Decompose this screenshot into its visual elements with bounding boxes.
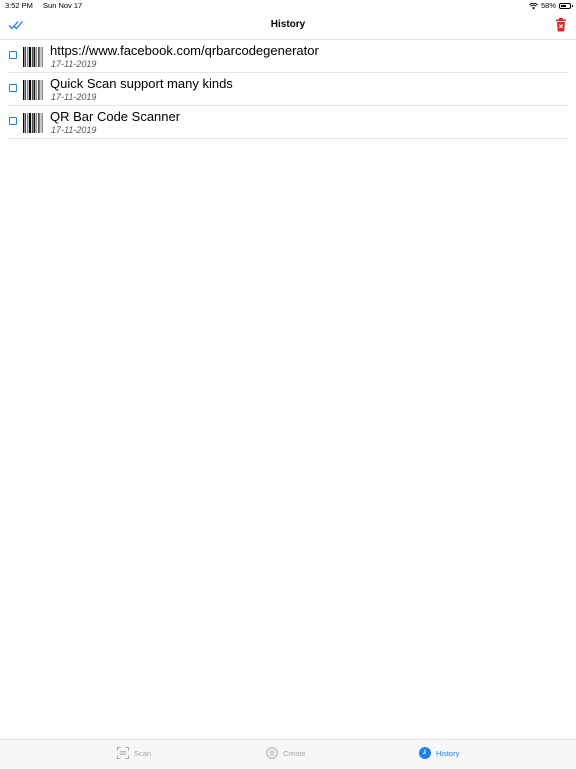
history-item-date: 17-11-2019: [51, 59, 97, 69]
status-left: 3:52 PM Sun Nov 17: [5, 0, 82, 12]
history-list: https://www.facebook.com/qrbarcodegenera…: [0, 40, 576, 139]
page-title: History: [270, 19, 306, 30]
barcode-icon: [23, 47, 43, 67]
history-row[interactable]: Quick Scan support many kinds 17-11-2019: [8, 73, 568, 106]
status-bar: 3:52 PM Sun Nov 17 58%: [0, 0, 576, 12]
history-item-date: 17-11-2019: [51, 125, 97, 135]
history-row[interactable]: https://www.facebook.com/qrbarcodegenera…: [8, 40, 568, 73]
status-date: Sun Nov 17: [43, 1, 83, 10]
barcode-icon: [23, 80, 43, 100]
battery-fill: [561, 5, 566, 7]
scan-icon: [117, 747, 129, 759]
row-checkbox[interactable]: [9, 117, 17, 125]
tab-create[interactable]: Create: [266, 747, 306, 759]
tab-label: History: [436, 748, 460, 758]
history-item-title: QR Bar Code Scanner: [50, 109, 181, 124]
tab-scan[interactable]: Scan: [117, 747, 151, 759]
create-icon: [266, 747, 278, 759]
history-item-title: Quick Scan support many kinds: [50, 76, 233, 91]
clock-icon: [419, 747, 431, 759]
tab-bar: Scan Create History: [0, 739, 576, 769]
history-item-title: https://www.facebook.com/qrbarcodegenera…: [50, 43, 319, 58]
tab-history[interactable]: History: [419, 747, 459, 759]
tab-label: Scan: [134, 748, 152, 758]
history-item-date: 17-11-2019: [51, 92, 97, 102]
history-row[interactable]: QR Bar Code Scanner 17-11-2019: [8, 106, 568, 139]
status-right: 58%: [528, 0, 573, 12]
battery-icon: [559, 3, 573, 9]
battery-percent: 58%: [540, 1, 556, 10]
row-checkbox[interactable]: [9, 51, 17, 59]
row-checkbox[interactable]: [9, 84, 17, 92]
status-time: 3:52 PM: [5, 1, 33, 10]
tab-label: Create: [283, 748, 306, 758]
wifi-icon: [528, 2, 538, 9]
barcode-icon: [23, 113, 43, 133]
trash-icon[interactable]: [555, 18, 567, 32]
navigation-bar: History: [0, 12, 576, 40]
